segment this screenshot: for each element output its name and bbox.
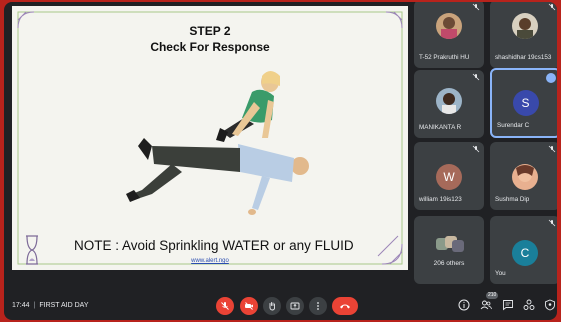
chat-icon[interactable] bbox=[502, 299, 514, 311]
others-count: 206 others bbox=[433, 260, 465, 267]
raise-hand-button[interactable] bbox=[263, 297, 281, 315]
avatar bbox=[512, 164, 538, 190]
first-aid-illustration bbox=[126, 71, 309, 215]
more-vert-icon bbox=[317, 302, 319, 310]
hand-icon bbox=[269, 302, 276, 311]
mic-off-icon bbox=[548, 219, 556, 227]
participant-name: shashidhar 19cs153 bbox=[495, 54, 552, 61]
others-tile[interactable]: 206 others bbox=[414, 216, 484, 284]
leave-call-button[interactable] bbox=[332, 297, 358, 315]
avatar: C bbox=[512, 240, 538, 266]
host-controls-icon[interactable] bbox=[544, 299, 556, 311]
self-tile[interactable]: C You bbox=[490, 216, 557, 284]
group-avatars-icon bbox=[436, 236, 464, 252]
mic-off-icon bbox=[548, 145, 556, 153]
meeting-info: 17:44 | FIRST AID DAY bbox=[12, 302, 89, 309]
avatar: W bbox=[436, 164, 462, 190]
mic-off-icon bbox=[472, 73, 480, 81]
speaking-indicator-icon bbox=[546, 73, 556, 83]
avatar: S bbox=[512, 90, 539, 116]
participant-tile-active[interactable]: S Surendar C bbox=[490, 68, 557, 138]
meeting-name: FIRST AID DAY bbox=[39, 302, 89, 309]
step-subtitle: Check For Response bbox=[150, 40, 270, 54]
participant-tile[interactable]: T-52 Prakruthi HU bbox=[414, 2, 484, 68]
presentation-slide: STEP 2 Check For Response NOTE : Avoid S… bbox=[12, 6, 408, 270]
avatar bbox=[512, 13, 538, 39]
camera-toggle-button[interactable] bbox=[240, 297, 258, 315]
info-icon[interactable] bbox=[458, 299, 470, 311]
slide-link[interactable]: www.alert.ngo bbox=[12, 258, 408, 264]
camera-off-icon bbox=[245, 302, 253, 310]
participant-tile[interactable]: Sushma Dip bbox=[490, 142, 557, 210]
hourglass-icon bbox=[26, 235, 38, 265]
step-title: STEP 2 bbox=[189, 24, 231, 38]
participant-tile[interactable]: shashidhar 19cs153 bbox=[490, 2, 557, 68]
people-count-badge: 210 bbox=[486, 292, 499, 299]
avatar bbox=[436, 88, 462, 114]
participant-name: T-52 Prakruthi HU bbox=[419, 54, 470, 61]
participant-tile[interactable]: W william 19is123 bbox=[414, 142, 484, 210]
slide-note: NOTE : Avoid Sprinkling WATER or any FLU… bbox=[74, 238, 354, 253]
mic-toggle-button[interactable] bbox=[216, 297, 234, 315]
participant-tile[interactable]: MANIKANTA R bbox=[414, 70, 484, 138]
participant-name: william 19is123 bbox=[419, 196, 462, 203]
mic-off-icon bbox=[472, 3, 480, 11]
avatar bbox=[436, 13, 462, 39]
more-options-button[interactable] bbox=[309, 297, 327, 315]
participant-name: Sushma Dip bbox=[495, 196, 530, 203]
present-icon bbox=[290, 302, 300, 310]
participant-name: You bbox=[495, 270, 506, 277]
present-screen-button[interactable] bbox=[286, 297, 304, 315]
activities-icon[interactable] bbox=[523, 299, 535, 311]
mic-off-icon bbox=[221, 302, 229, 310]
people-icon[interactable] bbox=[480, 299, 492, 311]
participant-name: Surendar C bbox=[497, 122, 530, 129]
hang-up-icon bbox=[340, 304, 350, 309]
mic-off-icon bbox=[472, 145, 480, 153]
participant-name: MANIKANTA R bbox=[419, 124, 462, 131]
meet-window: STEP 2 Check For Response NOTE : Avoid S… bbox=[4, 2, 557, 320]
mic-off-icon bbox=[548, 3, 556, 11]
clock-time: 17:44 bbox=[12, 302, 30, 309]
